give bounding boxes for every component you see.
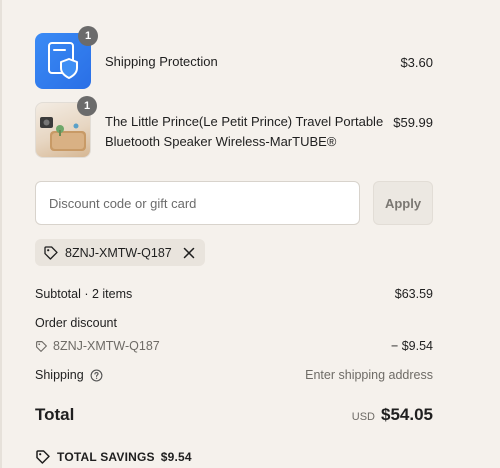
item-price: $3.60 (400, 55, 433, 70)
discount-value: − $9.54 (390, 339, 433, 353)
help-circle-icon[interactable] (90, 369, 103, 382)
discount-code-input[interactable] (47, 194, 351, 212)
discount-code-row: 8ZNJ-XMTW-Q187 − $9.54 (35, 339, 433, 353)
item-name: Shipping Protection (105, 54, 218, 69)
line-item-shipping-protection: 1 (35, 26, 98, 89)
item-name-line1: The Little Prince(Le Petit Prince) Trave… (105, 114, 384, 129)
item-price: $59.99 (393, 115, 433, 130)
shipping-protection-thumbnail: 1 (35, 26, 98, 89)
order-discount-label: Order discount (35, 316, 117, 330)
savings-label: TOTAL SAVINGS (57, 450, 155, 464)
discount-code-text: 8ZNJ-XMTW-Q187 (53, 339, 160, 353)
page-left-border (0, 0, 2, 468)
quantity-badge: 1 (77, 96, 97, 116)
close-icon[interactable] (182, 246, 196, 260)
item-name-line2: Bluetooth Speaker Wireless-MarTUBE® (105, 134, 337, 149)
shipping-label: Shipping (35, 368, 84, 382)
tag-icon (44, 245, 58, 260)
subtotal-label: Subtotal · 2 items (35, 287, 133, 301)
subtotal-row: Subtotal · 2 items $63.59 (35, 287, 433, 301)
applied-discount-code: 8ZNJ-XMTW-Q187 (65, 245, 172, 260)
tag-icon (36, 340, 47, 352)
shipping-value: Enter shipping address (305, 368, 433, 382)
shipping-row: Shipping Enter shipping address (35, 368, 433, 382)
discount-code-info: 8ZNJ-XMTW-Q187 (35, 339, 160, 353)
total-currency: USD (351, 411, 375, 423)
total-savings: TOTAL SAVINGS $9.54 (35, 449, 192, 465)
shipping-label-group: Shipping (35, 368, 103, 382)
total-amount: $54.05 (381, 405, 433, 424)
total-amount-group: USD $54.05 (352, 405, 433, 425)
savings-value: $9.54 (160, 450, 192, 464)
line-item-speaker: 1 (35, 96, 97, 158)
apply-button[interactable]: Apply (373, 181, 433, 225)
total-row: Total USD $54.05 (35, 405, 433, 425)
tag-icon (36, 450, 50, 464)
total-label: Total (35, 405, 75, 424)
quantity-badge: 1 (78, 26, 98, 46)
discount-field-wrapper (35, 181, 360, 225)
order-discount-row: Order discount (35, 316, 433, 330)
item-name: The Little Prince(Le Petit Prince) Trave… (105, 112, 383, 152)
product-photo: 1 (35, 96, 97, 158)
subtotal-value: $63.59 (394, 287, 433, 301)
applied-discount-chip: 8ZNJ-XMTW-Q187 (35, 239, 205, 266)
